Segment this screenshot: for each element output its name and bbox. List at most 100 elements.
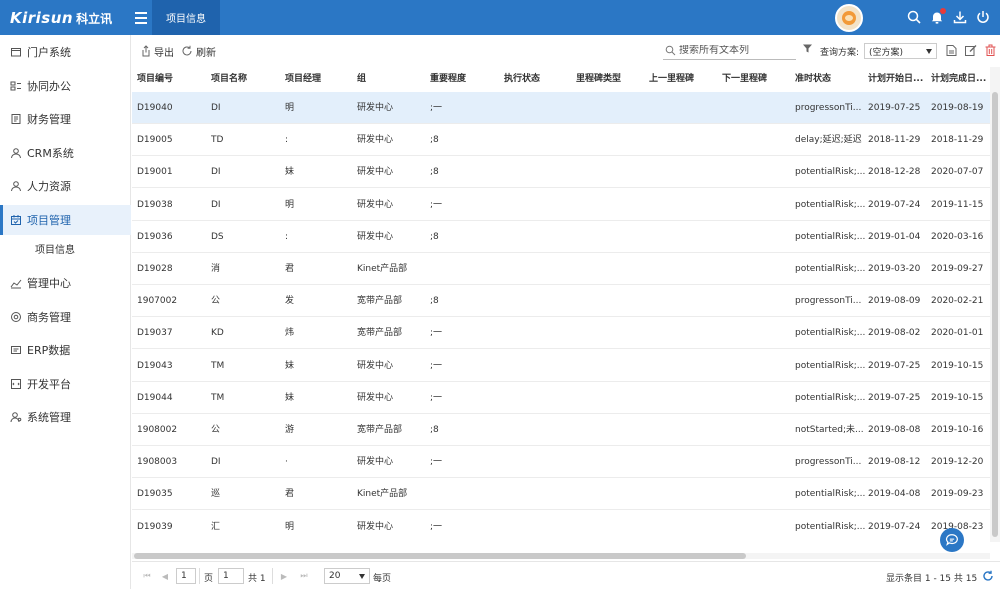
vertical-scrollbar[interactable] — [990, 67, 1000, 542]
sidebar-item-dev[interactable]: 开发平台 — [0, 369, 131, 399]
collab-icon — [10, 80, 22, 92]
per-page-label: 每页 — [373, 574, 392, 584]
column-header[interactable]: 里程碑类型 — [576, 67, 646, 91]
sidebar-item-portal[interactable]: 门户系统 — [0, 37, 131, 67]
bell-icon[interactable] — [929, 8, 946, 25]
power-icon[interactable] — [975, 9, 991, 25]
sidebar-subitem-project-info[interactable]: 项目信息 — [0, 236, 131, 260]
search-icon[interactable] — [906, 9, 922, 25]
table-cell: 2019-09-27 — [931, 264, 984, 274]
table-row[interactable]: D19001 DI 妹 研发中心 ;8 potentialRisk;... 2018-12-… — [132, 156, 990, 189]
table-row[interactable]: D19039 汇 明 研发中心 ;一 potentialRisk;... 2019-07-2… — [132, 511, 990, 542]
column-header[interactable]: 组 — [357, 67, 427, 91]
export-button[interactable]: 导出 — [139, 44, 174, 59]
menu-icon[interactable] — [133, 9, 149, 25]
sidebar-item-hr[interactable]: 人力资源 — [0, 171, 131, 201]
table-cell: DI — [211, 167, 221, 178]
sidebar-item-erp[interactable]: ERP数据 — [0, 335, 131, 365]
table-cell — [576, 156, 646, 188]
table-cell: 君 — [285, 489, 295, 500]
table-cell — [649, 221, 719, 253]
column-header[interactable]: 重要程度 — [430, 67, 500, 91]
table-row[interactable]: D19005 TD: 研发中心 ;8 delay;延迟;延迟 2018-11-29 2018… — [132, 124, 990, 157]
sidebar-item-system[interactable]: 系统管理 — [0, 402, 131, 432]
table-cell — [649, 92, 719, 124]
table-cell: 2019-08-12 — [868, 457, 921, 468]
table-cell: ;8 — [430, 425, 439, 435]
table-row[interactable]: 1908003 DI · 研发中心 ;一 progressonTi... 2019-08-1… — [132, 446, 990, 479]
table-cell — [504, 446, 572, 478]
horizontal-scroll-thumb[interactable] — [134, 553, 746, 559]
prev-page-button[interactable]: ◀ — [156, 568, 174, 584]
logo-text: Kirisun — [10, 9, 74, 27]
table-cell — [576, 446, 646, 478]
sidebar-item-collab[interactable]: 协同办公 — [0, 71, 131, 101]
table-cell: 公 — [211, 296, 221, 307]
refresh-icon[interactable] — [982, 570, 994, 582]
sidebar-item-management[interactable]: 管理中心 — [0, 268, 131, 298]
table-cell: D19043 — [137, 360, 173, 371]
project-table: 项目编号 项目名称 项目经理组重要程度 执行状态 里程碑类型 上一里程碑 下一里程碑 准时状态… — [132, 67, 990, 542]
table-row[interactable]: D19028 消 君 Kinet产品部 potentialRisk;... 2019-03… — [132, 253, 990, 285]
table-cell — [722, 317, 792, 349]
avatar[interactable] — [835, 4, 863, 32]
filter-icon[interactable] — [802, 43, 813, 54]
refresh-button[interactable]: 刷新 — [181, 44, 216, 59]
search-box[interactable] — [663, 42, 796, 60]
current-page-indicator[interactable]: 1 — [176, 568, 196, 584]
table-cell: 2019-07-24 — [868, 521, 921, 532]
table-row[interactable]: 1908002 公 游 宽带产品部 ;8 notStarted;未... 2019-08-0… — [132, 414, 990, 446]
next-page-button[interactable]: ▶ — [275, 568, 293, 584]
column-header[interactable]: 项目经理 — [285, 67, 353, 91]
page-size-value: 20 — [329, 571, 341, 581]
table-cell: D19005 — [137, 135, 173, 146]
tab-project-info[interactable]: 项目信息 — [152, 0, 220, 35]
column-header[interactable]: 下一里程碑 — [722, 67, 792, 91]
horizontal-scrollbar[interactable] — [132, 553, 990, 559]
search-input[interactable] — [679, 45, 789, 56]
table-cell — [722, 189, 792, 221]
table-row[interactable]: D19044 TM 妹 研发中心 ;一 potentialRisk;... 2019-07-… — [132, 382, 990, 414]
last-page-button[interactable]: ⏭ — [295, 568, 313, 584]
table-cell: 君 — [285, 264, 295, 274]
table-cell: 汇 — [211, 521, 221, 532]
sidebar-item-project[interactable]: 项目管理 — [0, 205, 131, 235]
table-row[interactable]: D19038 DI 明 研发中心 ;一 potentialRisk;... 2019-07-… — [132, 189, 990, 221]
sidebar-item-label: 门户系统 — [27, 46, 71, 59]
table-cell: 2020-02-21 — [931, 296, 984, 307]
column-header[interactable]: 计划完成日... — [931, 67, 990, 91]
sidebar-item-crm[interactable]: CRM系统 — [0, 138, 131, 168]
column-header[interactable]: 项目名称 — [211, 67, 281, 91]
table-row[interactable]: D19035 巡 君 Kinet产品部 potentialRisk;... 2019-04… — [132, 478, 990, 511]
chat-icon[interactable] — [940, 528, 964, 552]
page-size-select[interactable]: 20 — [324, 568, 370, 584]
table-cell: 2018-11-29 — [868, 135, 921, 146]
sidebar-item-business[interactable]: 商务管理 — [0, 302, 131, 332]
edit-icon[interactable] — [964, 44, 977, 57]
table-row[interactable]: 1907002 公 发 宽带产品部 ;8 progressonTi... 2019-08-0… — [132, 285, 990, 318]
scheme-select[interactable]: (空方案) — [864, 43, 937, 59]
table-cell: 2019-08-02 — [868, 328, 921, 339]
table-row[interactable]: D19040 DI 明 研发中心 ;一 progressonTi... 2019-07-25… — [132, 92, 990, 124]
column-header[interactable]: 计划开始日... — [868, 67, 928, 91]
table-cell: ;一 — [430, 328, 443, 339]
table-row[interactable]: D19037 KD 炜 宽带产品部 ;一 potentialRisk;... 2019-08… — [132, 317, 990, 350]
column-header[interactable]: 项目编号 — [137, 67, 207, 91]
table-row[interactable]: D19043 TM 妹 研发中心 ;一 potentialRisk;... 2019-07-… — [132, 350, 990, 382]
vertical-scroll-thumb[interactable] — [992, 92, 998, 537]
sidebar-item-finance[interactable]: 财务管理 — [0, 104, 131, 134]
page-input[interactable]: 1 — [218, 568, 244, 584]
table-cell: 巡 — [211, 489, 221, 500]
table-cell: 2019-07-24 — [868, 199, 921, 210]
table-cell — [504, 511, 572, 542]
column-header[interactable]: 执行状态 — [504, 67, 572, 91]
download-icon[interactable] — [952, 9, 968, 25]
save-scheme-icon[interactable] — [945, 44, 958, 57]
first-page-button[interactable]: ⏮ — [138, 568, 156, 584]
column-header[interactable]: 上一里程碑 — [649, 67, 719, 91]
column-header[interactable]: 准时状态 — [795, 67, 865, 91]
table-row[interactable]: D19036 DS: 研发中心 ;8 potentialRisk;... 2019-01-… — [132, 221, 990, 253]
delete-icon[interactable] — [984, 44, 997, 57]
table-cell: 1907002 — [137, 296, 178, 307]
table-cell: 2020-01-01 — [931, 328, 984, 339]
